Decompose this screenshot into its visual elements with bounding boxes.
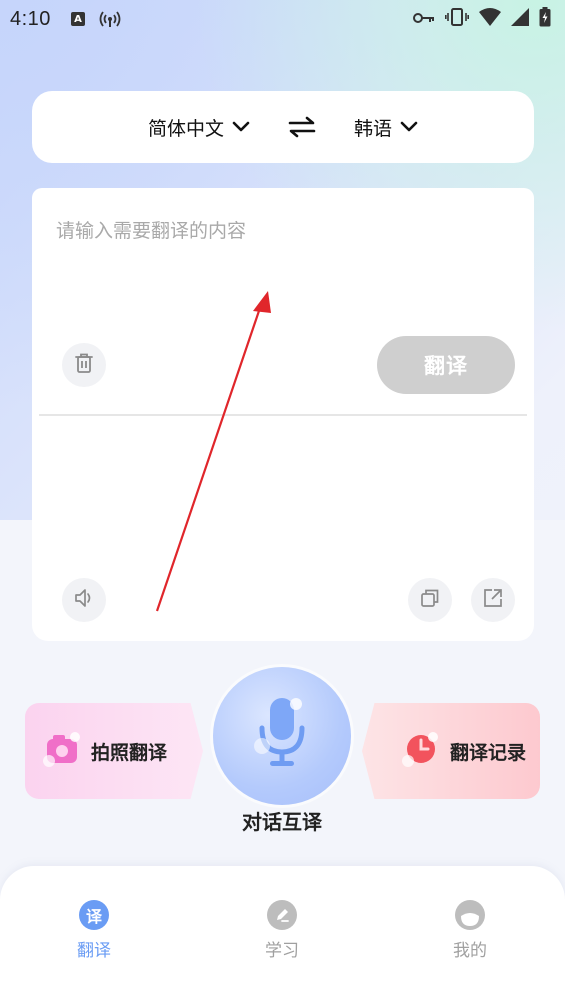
share-button[interactable] [471, 578, 515, 622]
nav-item-study[interactable]: 学习 [242, 900, 322, 961]
swap-languages-icon[interactable] [288, 116, 316, 138]
dialogue-translate-button[interactable] [213, 667, 351, 805]
chevron-down-icon [400, 116, 418, 138]
profile-icon [455, 900, 485, 930]
translation-card: 翻译 [32, 188, 534, 641]
wifi-icon [479, 7, 501, 31]
photo-translate-label: 拍照翻译 [91, 741, 168, 764]
nav-item-profile[interactable]: 我的 [430, 900, 510, 961]
nav-label-profile: 我的 [453, 941, 487, 961]
speaker-button[interactable] [62, 578, 106, 622]
nav-item-translate[interactable]: 译 翻译 [54, 900, 134, 961]
keyboard-badge-icon: A [70, 12, 85, 26]
source-text-input[interactable] [56, 216, 506, 316]
source-language-button[interactable]: 简体中文 [148, 114, 250, 141]
chevron-down-icon [232, 116, 250, 138]
target-language-label: 韩语 [354, 117, 393, 140]
translation-history-button[interactable]: 翻译记录 [362, 703, 540, 799]
photo-translate-button[interactable]: 拍照翻译 [25, 703, 203, 799]
target-language-button[interactable]: 韩语 [354, 114, 418, 141]
translate-button[interactable]: 翻译 [377, 336, 515, 394]
speaker-icon [73, 587, 95, 613]
cell-signal-icon [511, 7, 529, 31]
clock-icon [400, 729, 440, 773]
key-icon [413, 8, 435, 30]
battery-icon [539, 6, 551, 32]
camera-icon [41, 729, 81, 773]
copy-icon [419, 587, 441, 613]
dialogue-translate-label: 对话互译 [242, 810, 322, 834]
trash-icon [74, 352, 94, 378]
source-language-label: 简体中文 [147, 117, 224, 140]
nav-label-translate: 翻译 [77, 941, 111, 961]
copy-button[interactable] [408, 578, 452, 622]
bottom-navigation: 译 翻译 学习 我的 [0, 866, 565, 1004]
language-selector-bar: 简体中文 韩语 [32, 91, 534, 163]
status-time: 4:10 [10, 7, 51, 30]
translate-icon: 译 [79, 900, 109, 930]
divider [39, 414, 527, 416]
microphone-icon [250, 694, 314, 778]
pen-icon [267, 900, 297, 930]
share-external-icon [482, 587, 504, 613]
nav-label-study: 学习 [265, 941, 299, 961]
hotspot-icon [99, 10, 121, 28]
translation-history-label: 翻译记录 [450, 741, 527, 764]
vibrate-icon [445, 7, 469, 31]
status-bar: 4:10 A [0, 0, 565, 38]
clear-button[interactable] [62, 343, 106, 387]
